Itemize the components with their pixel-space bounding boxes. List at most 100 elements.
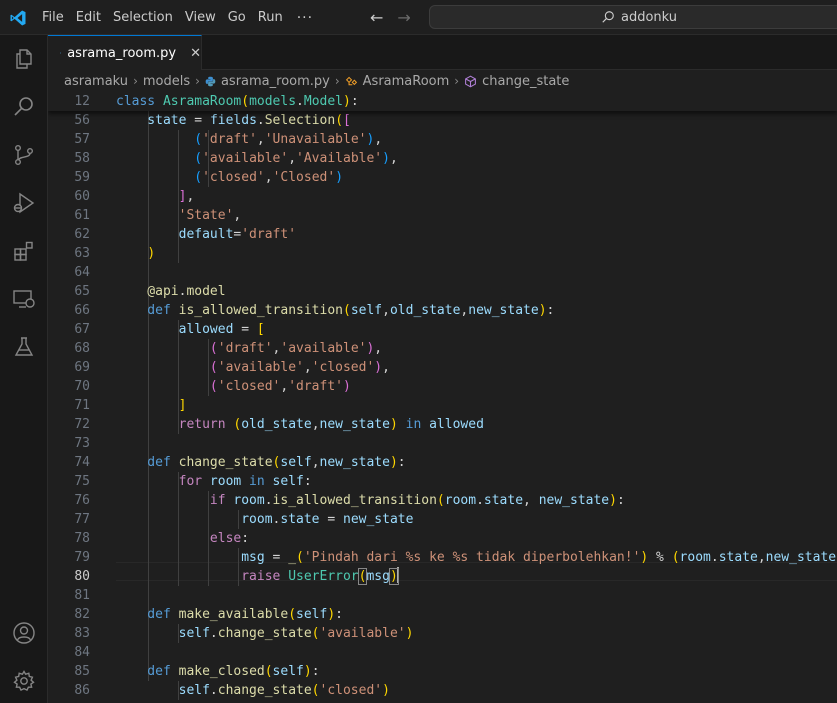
menu-go[interactable]: Go bbox=[222, 0, 252, 35]
code-line[interactable]: 77 room.state = new_state bbox=[48, 510, 837, 529]
code-line[interactable]: 73 bbox=[48, 434, 837, 453]
code-token: self bbox=[280, 455, 312, 470]
menu-selection[interactable]: Selection bbox=[107, 0, 179, 35]
breadcrumb-item-method[interactable]: change_state bbox=[482, 74, 569, 89]
line-number: 58 bbox=[74, 151, 90, 166]
close-icon[interactable]: ✕ bbox=[190, 46, 201, 61]
code-token: room bbox=[444, 493, 477, 508]
code-token: : bbox=[546, 303, 555, 318]
source-control-icon[interactable] bbox=[12, 143, 36, 167]
menu-run[interactable]: Run bbox=[252, 0, 289, 35]
code-line[interactable]: 65 @api.model bbox=[48, 282, 837, 301]
code-token: ( bbox=[194, 170, 203, 185]
code-line[interactable]: 69 ('available','closed'), bbox=[48, 358, 837, 377]
code-line[interactable]: 83 self.change_state('available') bbox=[48, 624, 837, 643]
code-line[interactable]: 72 return (old_state,new_state) in allow… bbox=[48, 415, 837, 434]
tab-asrama-room-py[interactable]: asrama_room.py ✕ bbox=[48, 35, 202, 70]
code-line[interactable]: 81 bbox=[48, 586, 837, 605]
code-token: state bbox=[483, 493, 524, 508]
code-token: , bbox=[374, 132, 383, 147]
code-line[interactable]: 86 self.change_state('closed') bbox=[48, 681, 837, 700]
code-line[interactable]: 75 for room in self: bbox=[48, 472, 837, 491]
chevron-right-icon: › bbox=[334, 74, 340, 88]
code-line[interactable]: 63 ) bbox=[48, 244, 837, 263]
code-line[interactable]: 84 bbox=[48, 643, 837, 662]
code-token: room bbox=[209, 474, 242, 489]
code-line[interactable]: 85 def make_closed(self): bbox=[48, 662, 837, 681]
code-line[interactable]: 78 else: bbox=[48, 529, 837, 548]
code-token: change_state bbox=[217, 683, 312, 698]
back-arrow-icon[interactable]: ← bbox=[370, 8, 383, 27]
code-token: . bbox=[710, 550, 719, 565]
code-token: raise bbox=[116, 569, 289, 584]
code-token: ) bbox=[405, 626, 414, 641]
code-line[interactable]: 57 ('draft','Unavailable'), bbox=[48, 130, 837, 149]
code-token: default bbox=[116, 227, 234, 242]
code-token: , bbox=[288, 151, 297, 166]
code-text: class AsramaRoom(models.Model): bbox=[116, 92, 359, 111]
sticky-scroll-line[interactable]: 12 class AsramaRoom(models.Model): bbox=[48, 92, 837, 111]
code-token: self bbox=[116, 626, 210, 641]
code-token: self bbox=[272, 474, 304, 489]
remote-explorer-icon[interactable] bbox=[12, 287, 36, 311]
code-token: 'Pindah dari %s ke %s tidak diperbolehka… bbox=[303, 550, 641, 565]
code-line[interactable]: 61 'State', bbox=[48, 206, 837, 225]
testing-icon[interactable] bbox=[12, 335, 36, 359]
code-token: , bbox=[233, 208, 242, 223]
code-line[interactable]: 68 ('draft','available'), bbox=[48, 339, 837, 358]
breadcrumb-item-class[interactable]: AsramaRoom bbox=[363, 74, 450, 89]
code-line[interactable]: 70 ('closed','draft') bbox=[48, 377, 837, 396]
accounts-icon[interactable] bbox=[12, 621, 36, 645]
line-number: 60 bbox=[74, 189, 90, 204]
line-number: 82 bbox=[74, 607, 90, 622]
code-line[interactable]: 76 if room.is_allowed_transition(room.st… bbox=[48, 491, 837, 510]
code-line[interactable]: 82 def make_available(self): bbox=[48, 605, 837, 624]
line-number: 67 bbox=[74, 322, 90, 337]
code-token: state bbox=[280, 512, 320, 527]
search-icon[interactable] bbox=[12, 95, 36, 119]
code-token: def bbox=[116, 607, 179, 622]
forward-arrow-icon[interactable]: → bbox=[397, 8, 410, 27]
code-text: def make_available(self): bbox=[116, 605, 343, 624]
run-debug-icon[interactable] bbox=[12, 191, 36, 215]
line-number: 81 bbox=[74, 588, 90, 603]
code-line[interactable]: 80 raise UserError(msg) bbox=[48, 567, 837, 586]
command-center-search[interactable]: addonku bbox=[429, 5, 837, 29]
code-token: 'draft' bbox=[202, 132, 257, 147]
code-line[interactable]: 64 bbox=[48, 263, 837, 282]
menu-more-button[interactable]: ··· bbox=[289, 10, 321, 26]
manage-gear-icon[interactable] bbox=[12, 669, 36, 693]
breadcrumb-item-asramaku[interactable]: asramaku bbox=[64, 74, 128, 89]
code-line[interactable]: 66 def is_allowed_transition(self,old_st… bbox=[48, 301, 837, 320]
code-line[interactable]: 62 default='draft' bbox=[48, 225, 837, 244]
code-line[interactable]: 60 ], bbox=[48, 187, 837, 206]
code-text: room.state = new_state bbox=[116, 510, 413, 529]
code-line[interactable]: 59 ('closed','Closed') bbox=[48, 168, 837, 187]
code-line[interactable]: 74 def change_state(self,new_state): bbox=[48, 453, 837, 472]
code-line[interactable]: 58 ('available','Available'), bbox=[48, 149, 837, 168]
code-token: new_state bbox=[538, 493, 610, 508]
code-token: ) bbox=[382, 151, 390, 166]
breadcrumb-item-file[interactable]: asrama_room.py bbox=[221, 74, 330, 89]
code-token: ( bbox=[241, 94, 250, 109]
code-text: self.change_state('closed') bbox=[116, 681, 390, 700]
code-line[interactable]: 67 allowed = [ bbox=[48, 320, 837, 339]
code-token: = bbox=[264, 550, 289, 565]
explorer-icon[interactable] bbox=[12, 47, 36, 71]
code-line[interactable]: 71 ] bbox=[48, 396, 837, 415]
editor-tabs: asrama_room.py ✕ bbox=[48, 35, 837, 70]
vscode-logo-icon[interactable] bbox=[9, 9, 27, 27]
code-token: 'available' bbox=[217, 360, 304, 375]
code-token: in bbox=[241, 474, 273, 489]
extensions-icon[interactable] bbox=[12, 239, 36, 263]
breadcrumb-item-models[interactable]: models bbox=[143, 74, 190, 89]
menu-edit[interactable]: Edit bbox=[70, 0, 107, 35]
code-token: , bbox=[523, 493, 539, 508]
code-line[interactable]: 79 msg = _('Pindah dari %s ke %s tidak d… bbox=[48, 548, 837, 567]
code-token: 'closed' bbox=[319, 683, 383, 698]
code-editor[interactable]: 12 class AsramaRoom(models.Model): 56 stat… bbox=[48, 92, 837, 703]
code-line[interactable]: 56 state = fields.Selection([ bbox=[48, 111, 837, 130]
menu-view[interactable]: View bbox=[179, 0, 222, 35]
menu-file[interactable]: File bbox=[36, 0, 70, 35]
